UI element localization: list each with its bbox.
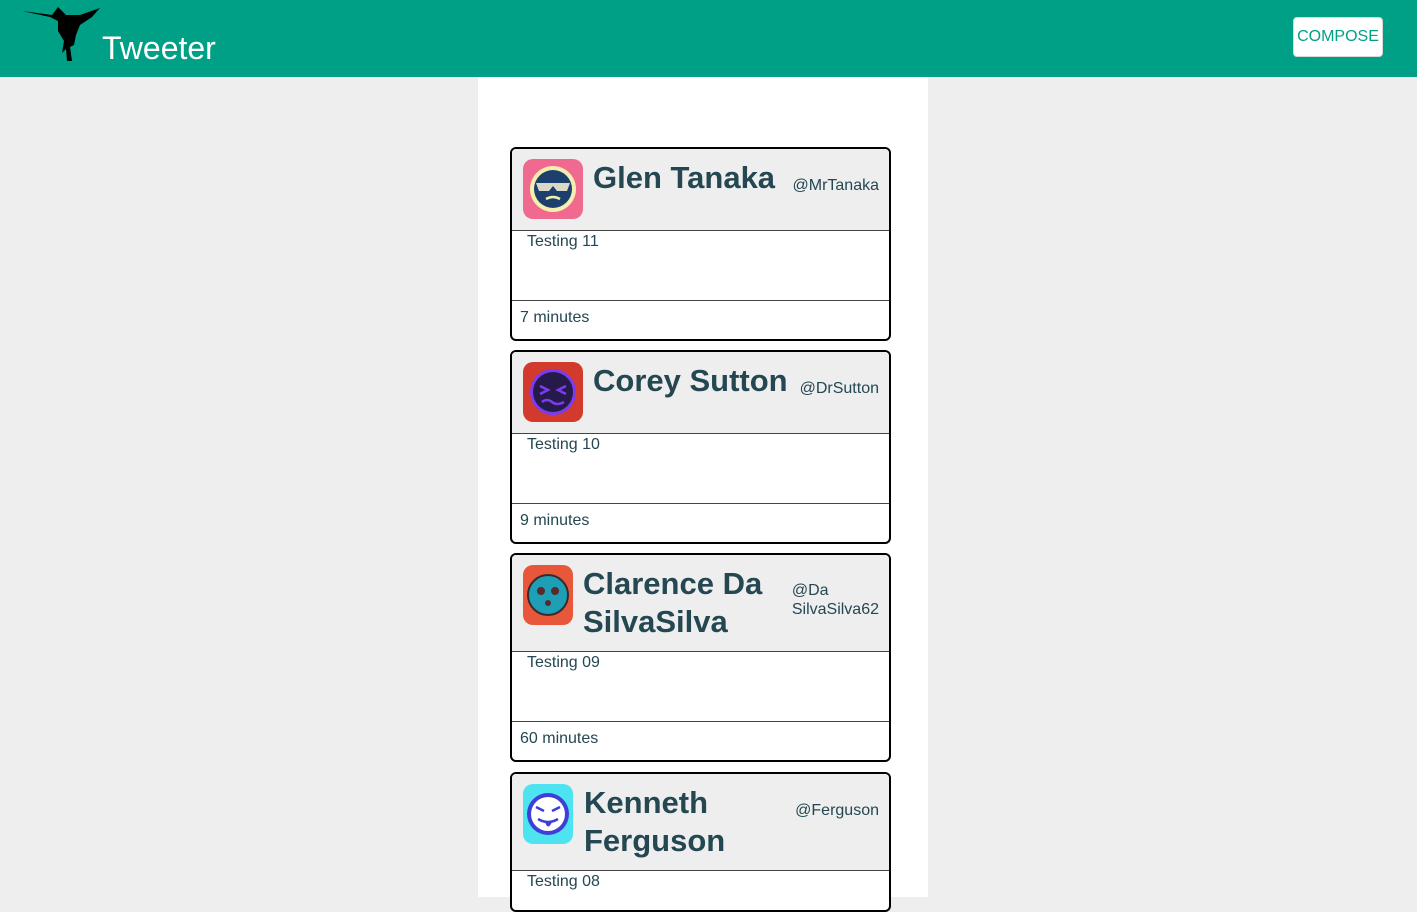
brand-title[interactable]: Tweeter <box>102 30 216 67</box>
author-name: Corey Sutton <box>593 363 788 398</box>
tweet-card: Corey Sutton @DrSutton Testing 10 9 minu… <box>510 350 891 544</box>
tweet-timestamp: 9 minutes <box>520 512 590 529</box>
author-handle: @Da SilvaSilva62 <box>792 581 879 619</box>
author-handle-line: @Da <box>791 582 829 599</box>
author-name-line: Clarence Da <box>583 566 763 601</box>
tweet-text: Testing 11 <box>512 231 889 301</box>
compose-button[interactable]: COMPOSE <box>1293 17 1383 57</box>
author-handle-line: SilvaSilva62 <box>791 601 879 618</box>
tweet-text: Testing 09 <box>512 652 889 722</box>
sunglasses-face-icon <box>523 159 583 219</box>
author-name-line: Kenneth <box>584 785 708 820</box>
tweet-card: Kenneth Ferguson @Ferguson Testing 08 <box>510 772 891 912</box>
tweet-timestamp: 60 minutes <box>520 730 599 747</box>
tweet-feed: Glen Tanaka @MrTanaka Testing 11 7 minut… <box>478 77 928 912</box>
skull-face-icon <box>523 565 573 625</box>
author-handle: @DrSutton <box>799 380 879 397</box>
tweet-card: Clarence Da SilvaSilva @Da SilvaSilva62 … <box>510 553 891 762</box>
author-handle: @MrTanaka <box>792 177 880 194</box>
devil-tongue-face-icon <box>523 784 573 844</box>
author-handle: @Ferguson <box>795 802 879 819</box>
tweet-header: Kenneth Ferguson @Ferguson <box>512 774 889 871</box>
tweet-card: Glen Tanaka @MrTanaka Testing 11 7 minut… <box>510 147 891 341</box>
author-name-line: SilvaSilva <box>583 604 728 639</box>
tweet-header: Clarence Da SilvaSilva @Da SilvaSilva62 <box>512 555 889 652</box>
tweet-text: Testing 10 <box>512 434 889 504</box>
top-navbar: Tweeter COMPOSE <box>0 0 1417 77</box>
author-name: Glen Tanaka <box>593 160 776 195</box>
squint-face-icon <box>523 362 583 422</box>
tweet-header: Glen Tanaka @MrTanaka <box>512 149 889 231</box>
tweet-timestamp: 7 minutes <box>520 309 590 326</box>
tweet-header: Corey Sutton @DrSutton <box>512 352 889 434</box>
hummingbird-logo-icon <box>22 7 100 61</box>
tweet-text: Testing 08 <box>512 871 889 910</box>
author-name-line: Ferguson <box>584 823 726 858</box>
